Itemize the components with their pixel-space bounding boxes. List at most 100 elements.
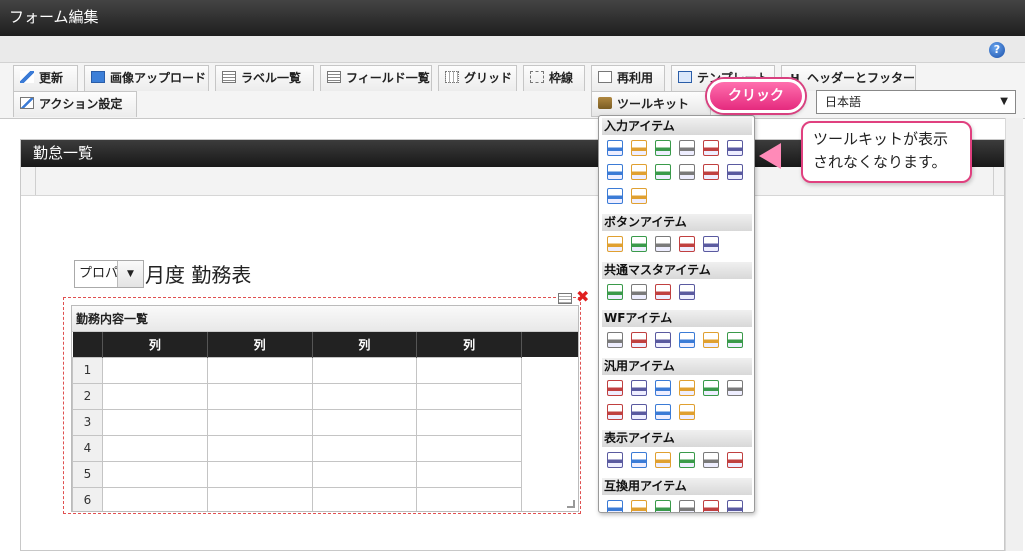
- textarea-icon[interactable]: [631, 140, 647, 156]
- role-icon[interactable]: [655, 284, 671, 300]
- attachment-icon[interactable]: [631, 332, 647, 348]
- toolkit-category[interactable]: 表示アイテム: [602, 430, 752, 447]
- grid-cell[interactable]: [101, 356, 208, 384]
- select-box-icon[interactable]: [727, 164, 743, 180]
- text-display-icon[interactable]: [727, 452, 743, 468]
- type-select[interactable]: プロパ ▼: [74, 260, 144, 288]
- close-icon[interactable]: ✖: [576, 289, 589, 305]
- toolkit-category[interactable]: WFアイテム: [602, 310, 752, 327]
- horizontal-line-icon[interactable]: [631, 452, 647, 468]
- grid-cell[interactable]: [416, 434, 523, 462]
- formula-icon[interactable]: [679, 140, 695, 156]
- resize-handle[interactable]: [567, 500, 575, 508]
- vertical-line-icon[interactable]: [655, 452, 671, 468]
- upload-file-icon[interactable]: [703, 380, 719, 396]
- document-icon[interactable]: [631, 380, 647, 396]
- grid-cell[interactable]: [101, 408, 208, 436]
- grid-button[interactable]: グリッド: [438, 65, 517, 91]
- language-select[interactable]: 日本語 ▼: [816, 90, 1016, 114]
- grid-cell[interactable]: [206, 486, 313, 511]
- toolkit-category[interactable]: 互換用アイテム: [602, 478, 752, 495]
- grid-cell[interactable]: [416, 486, 523, 511]
- combo-icon[interactable]: [607, 164, 623, 180]
- grid-properties-icon[interactable]: [558, 293, 572, 304]
- hidden-icon[interactable]: [607, 380, 623, 396]
- grid-cell[interactable]: [416, 460, 523, 488]
- grid-table-icon[interactable]: [631, 188, 647, 204]
- column-header[interactable]: 列: [102, 332, 208, 357]
- column-header[interactable]: 列: [416, 332, 523, 357]
- number-field-icon[interactable]: [655, 140, 671, 156]
- grid-cell[interactable]: [206, 382, 313, 410]
- forward-button-icon[interactable]: [703, 236, 719, 252]
- next-button-icon[interactable]: [631, 236, 647, 252]
- header-bar-icon[interactable]: [607, 452, 623, 468]
- panel-icon[interactable]: [679, 452, 695, 468]
- legacy-combo-icon[interactable]: [607, 500, 623, 512]
- list-icon[interactable]: [631, 164, 647, 180]
- toolkit-category[interactable]: ボタンアイテム: [602, 214, 752, 231]
- text-field-icon[interactable]: [607, 140, 623, 156]
- image-upload-button[interactable]: 画像アップロード: [84, 65, 209, 91]
- grid-cell[interactable]: [311, 408, 418, 436]
- approver-icon[interactable]: [703, 332, 719, 348]
- grid-cell[interactable]: [206, 356, 313, 384]
- legacy-checkbox-icon[interactable]: [655, 500, 671, 512]
- camera-icon[interactable]: [655, 380, 671, 396]
- grid-cell[interactable]: [101, 434, 208, 462]
- calendar-icon[interactable]: [679, 404, 695, 420]
- grid-cell[interactable]: [416, 356, 523, 384]
- column-header[interactable]: 列: [207, 332, 313, 357]
- user-icon[interactable]: [607, 284, 623, 300]
- matter-icon[interactable]: [607, 332, 623, 348]
- label-list-button[interactable]: ラベル一覧: [215, 65, 314, 91]
- help-icon[interactable]: ?: [989, 42, 1005, 58]
- grid-cell[interactable]: [206, 408, 313, 436]
- image-icon[interactable]: [655, 332, 671, 348]
- register-button-icon[interactable]: [607, 236, 623, 252]
- legacy-list-icon[interactable]: [631, 500, 647, 512]
- toolkit-button[interactable]: ツールキット: [591, 91, 711, 117]
- grid-cell[interactable]: [101, 382, 208, 410]
- grid-cell[interactable]: [206, 434, 313, 462]
- reuse-button[interactable]: 再利用: [591, 65, 665, 91]
- image-item-icon[interactable]: [631, 404, 647, 420]
- action-settings-button[interactable]: アクション設定: [13, 91, 137, 117]
- grid-cell[interactable]: [101, 486, 208, 511]
- department-icon[interactable]: [631, 284, 647, 300]
- grid-cell[interactable]: [206, 460, 313, 488]
- grid-cell[interactable]: [311, 434, 418, 462]
- legacy-select-icon[interactable]: [703, 500, 719, 512]
- vertical-scrollbar[interactable]: [1005, 118, 1023, 551]
- radio-icon[interactable]: [679, 164, 695, 180]
- grid-table[interactable]: 勤務内容一覧 列 列 列 列 123456: [71, 305, 579, 512]
- download-icon[interactable]: [727, 380, 743, 396]
- prev-button-icon[interactable]: [679, 236, 695, 252]
- back-button-icon[interactable]: [655, 236, 671, 252]
- grid-cell[interactable]: [416, 382, 523, 410]
- toolkit-category[interactable]: 入力アイテム: [602, 118, 752, 135]
- history-icon[interactable]: [679, 332, 695, 348]
- file-icon[interactable]: [607, 404, 623, 420]
- grid-cell[interactable]: [101, 460, 208, 488]
- grid-cell[interactable]: [416, 408, 523, 436]
- datetime-icon[interactable]: [727, 140, 743, 156]
- date-icon[interactable]: [703, 140, 719, 156]
- grid-cell[interactable]: [311, 382, 418, 410]
- public-group-icon[interactable]: [679, 284, 695, 300]
- update-button[interactable]: 更新: [13, 65, 78, 91]
- grid-cell[interactable]: [311, 460, 418, 488]
- toolkit-category[interactable]: 汎用アイテム: [602, 358, 752, 375]
- legacy-selectbox-icon[interactable]: [727, 500, 743, 512]
- column-header[interactable]: 列: [312, 332, 418, 357]
- checkbox-icon[interactable]: [655, 164, 671, 180]
- border-button[interactable]: 枠線: [523, 65, 585, 91]
- search-icon[interactable]: [679, 380, 695, 396]
- image-display-icon[interactable]: [703, 452, 719, 468]
- toolkit-category[interactable]: 共通マスタアイテム: [602, 262, 752, 279]
- legacy-radio-icon[interactable]: [679, 500, 695, 512]
- select-list-icon[interactable]: [703, 164, 719, 180]
- tree-icon[interactable]: [655, 404, 671, 420]
- field-list-button[interactable]: フィールド一覧: [320, 65, 432, 91]
- stamp-icon[interactable]: [727, 332, 743, 348]
